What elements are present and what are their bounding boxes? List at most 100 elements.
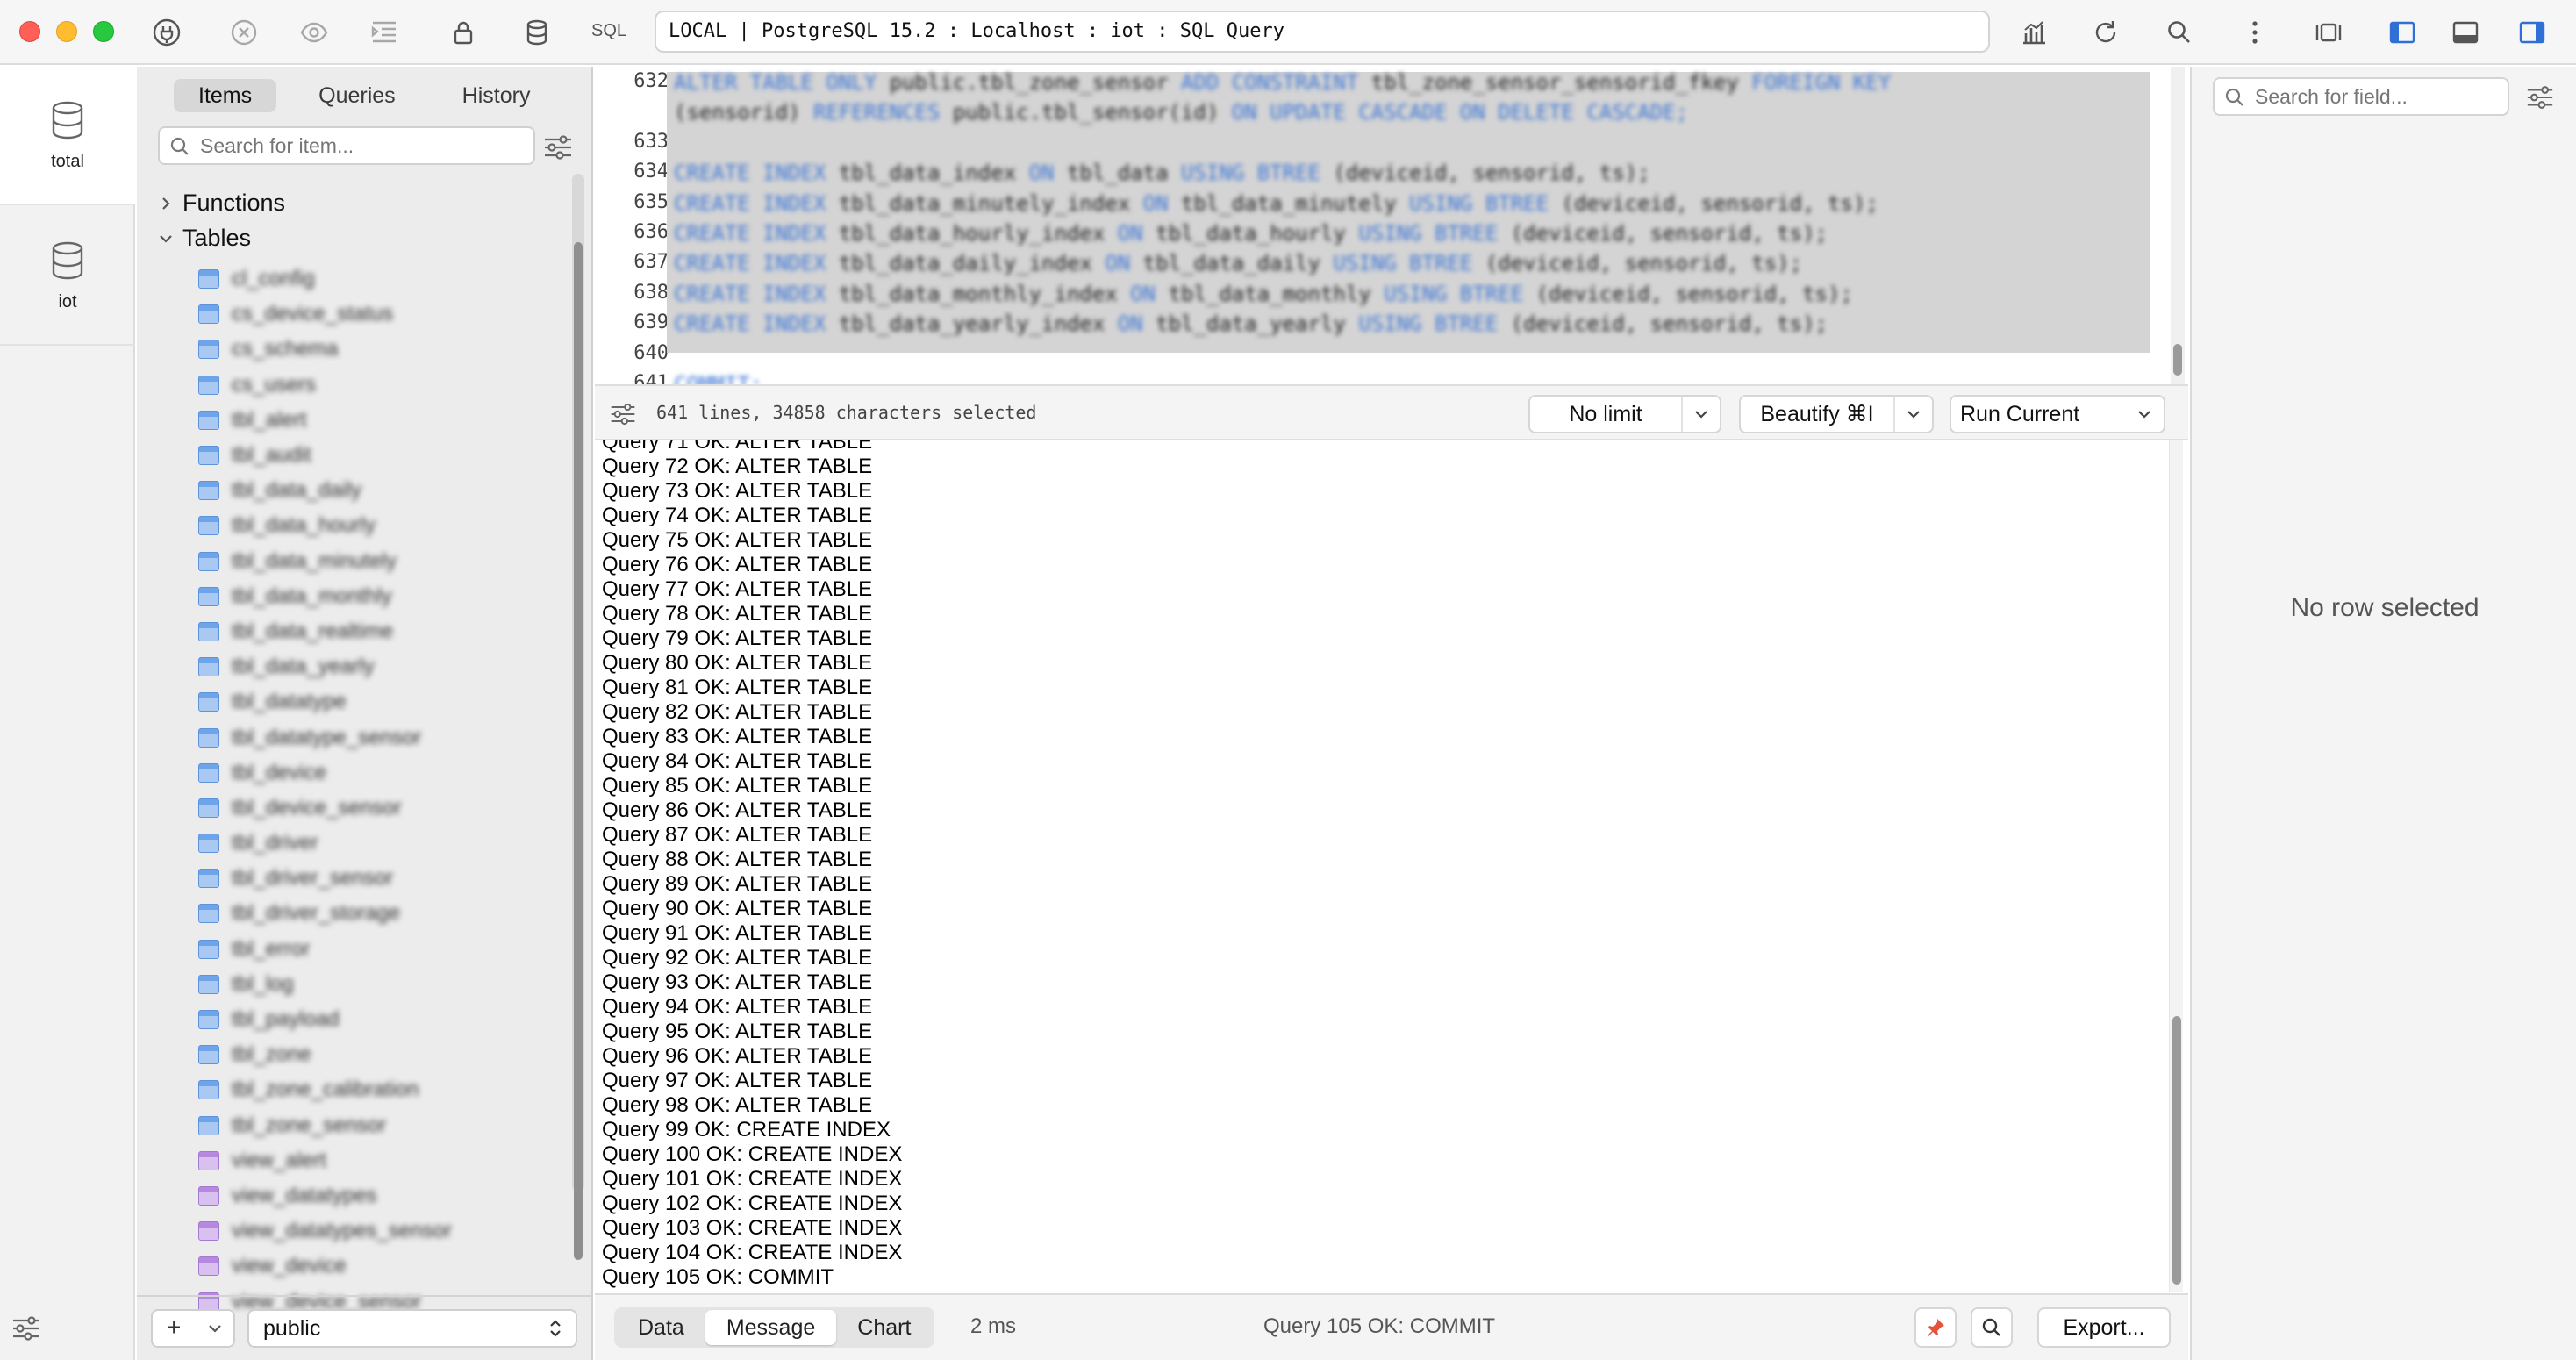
output-scrollbar[interactable]	[2169, 440, 2183, 1292]
tab-queries[interactable]: Queries	[294, 79, 420, 112]
toggle-right-sidebar-button[interactable]	[2511, 11, 2553, 54]
item-name: tbl_data_hourly	[232, 513, 376, 538]
table-item[interactable]: tbl_data_minutely	[198, 544, 567, 579]
message-line: Query 104 OK: CREATE INDEX	[602, 1241, 903, 1264]
sidebar-scrollbar[interactable]	[572, 174, 584, 1260]
line-number: 638	[633, 281, 669, 304]
view-item[interactable]: view_alert	[198, 1143, 567, 1178]
result-tabs: Data Message Chart	[614, 1307, 935, 1348]
sidebar-filter-button[interactable]	[542, 132, 574, 163]
table-item[interactable]: tbl_data_yearly	[198, 649, 567, 684]
tab-message[interactable]: Message	[705, 1310, 837, 1345]
tab-data[interactable]: Data	[617, 1310, 705, 1345]
table-item[interactable]: tbl_payload	[198, 1002, 567, 1037]
table-item[interactable]: cs_schema	[198, 332, 567, 367]
tab-items[interactable]: Items	[174, 79, 277, 112]
view-item[interactable]: view_device	[198, 1249, 567, 1284]
message-line: Query 83 OK: ALTER TABLE	[602, 725, 873, 748]
connection-address-bar[interactable]: LOCAL | PostgreSQL 15.2 : Localhost : io…	[655, 11, 1990, 53]
close-window-button[interactable]	[19, 21, 40, 42]
tree-group-functions[interactable]: Functions	[158, 190, 285, 217]
table-item[interactable]: tbl_zone	[198, 1037, 567, 1072]
tree-group-tables[interactable]: Tables	[158, 225, 251, 252]
table-item[interactable]: tbl_datatype	[198, 684, 567, 719]
message-line: Query 85 OK: ALTER TABLE	[602, 774, 873, 798]
table-item[interactable]: tbl_driver_sensor	[198, 861, 567, 896]
panel-bottom-icon	[2452, 21, 2479, 44]
table-item[interactable]: tbl_data_monthly	[198, 579, 567, 614]
table-icon	[198, 375, 219, 395]
editor-scrollbar[interactable]	[2171, 67, 2185, 384]
tab-chart[interactable]: Chart	[836, 1310, 932, 1345]
table-item[interactable]: tbl_driver_storage	[198, 896, 567, 931]
connection-plug-button[interactable]	[146, 11, 188, 54]
find-in-result-button[interactable]	[1971, 1307, 2013, 1348]
table-item[interactable]: tbl_driver	[198, 826, 567, 861]
filter-rows-button[interactable]	[363, 11, 405, 54]
table-item[interactable]: cs_users	[198, 368, 567, 403]
metrics-button[interactable]	[2013, 11, 2055, 54]
export-button[interactable]: Export...	[2037, 1307, 2171, 1348]
schema-select[interactable]: public	[247, 1309, 577, 1348]
table-item[interactable]: tbl_data_daily	[198, 473, 567, 508]
field-search-input[interactable]	[2255, 82, 2501, 111]
item-search-input[interactable]	[200, 132, 525, 160]
message-line: Query 102 OK: CREATE INDEX	[602, 1192, 903, 1215]
scrollbar-thumb[interactable]	[2172, 1016, 2181, 1285]
item-name: tbl_data_yearly	[232, 655, 375, 679]
tab-history[interactable]: History	[438, 79, 555, 112]
toggle-open-tabs-button[interactable]	[2308, 11, 2350, 54]
table-item[interactable]: tbl_device_sensor	[198, 791, 567, 826]
more-button[interactable]	[2234, 11, 2276, 54]
scrollbar-thumb[interactable]	[2173, 344, 2182, 376]
table-item[interactable]: tbl_zone_calibration	[198, 1072, 567, 1107]
sql-editor[interactable]: 632 633 634 635 636 637 638 639 640 641 ALTER TAB…	[595, 67, 2185, 397]
table-item[interactable]: tbl_log	[198, 967, 567, 1002]
toggle-left-sidebar-button[interactable]	[2381, 11, 2423, 54]
message-line: Query 96 OK: ALTER TABLE	[602, 1044, 873, 1068]
view-item[interactable]: view_datatypes_sensor	[198, 1213, 567, 1249]
table-item[interactable]: tbl_datatype_sensor	[198, 719, 567, 755]
table-item[interactable]: cs_device_status	[198, 297, 567, 332]
refresh-button[interactable]	[2085, 11, 2127, 54]
table-item[interactable]: tbl_audit	[198, 438, 567, 473]
editor-options-button[interactable]	[609, 400, 637, 428]
toggle-bottom-panel-button[interactable]	[2444, 11, 2487, 54]
run-current-button[interactable]: Run Current ⌘↵	[1950, 395, 2165, 462]
item-name: tbl_data_monthly	[232, 583, 392, 608]
table-item[interactable]: tbl_data_realtime	[198, 614, 567, 649]
limit-dropdown[interactable]: No limit	[1528, 395, 1721, 433]
code-line: ALTER TABLE ONLY public.tbl_zone_sensor …	[674, 70, 1892, 95]
database-button[interactable]	[516, 11, 558, 54]
preview-button[interactable]	[293, 11, 335, 54]
disconnect-button[interactable]	[223, 11, 265, 54]
message-output[interactable]: Query 71 OK: ALTER TABLE Query 72 OK: ALT…	[595, 440, 2141, 1292]
table-item[interactable]: tbl_device	[198, 755, 567, 791]
item-name: tbl_driver_storage	[232, 901, 401, 926]
table-item[interactable]: tbl_error	[198, 932, 567, 967]
code-selection-area[interactable]: ALTER TABLE ONLY public.tbl_zone_sensor …	[667, 70, 2150, 397]
columns-icon	[2315, 23, 2342, 42]
beautify-button[interactable]: Beautify ⌘I	[1739, 395, 1934, 433]
view-item[interactable]: view_datatypes	[198, 1178, 567, 1213]
line-number: 635	[633, 190, 669, 213]
safe-mode-lock-button[interactable]	[442, 11, 484, 54]
table-item[interactable]: cl_config	[198, 261, 567, 297]
scrollbar-thumb[interactable]	[574, 242, 583, 1260]
table-item[interactable]: tbl_data_hourly	[198, 508, 567, 543]
add-item-button[interactable]: +	[151, 1309, 235, 1348]
connection-iot[interactable]: iot	[0, 207, 135, 346]
schema-value: public	[263, 1316, 321, 1341]
item-name: cs_device_status	[232, 302, 394, 326]
minimize-window-button[interactable]	[56, 21, 77, 42]
rail-settings-button[interactable]	[11, 1313, 42, 1344]
search-button[interactable]	[2158, 11, 2200, 54]
table-icon	[198, 1010, 219, 1030]
sql-editor-button[interactable]: SQL	[591, 21, 626, 41]
pin-result-button[interactable]	[1914, 1307, 1957, 1348]
detail-filter-button[interactable]	[2525, 82, 2557, 114]
connection-total[interactable]: total	[0, 67, 135, 205]
table-item[interactable]: tbl_zone_sensor	[198, 1108, 567, 1143]
table-item[interactable]: tbl_alert	[198, 403, 567, 438]
zoom-window-button[interactable]	[93, 21, 114, 42]
